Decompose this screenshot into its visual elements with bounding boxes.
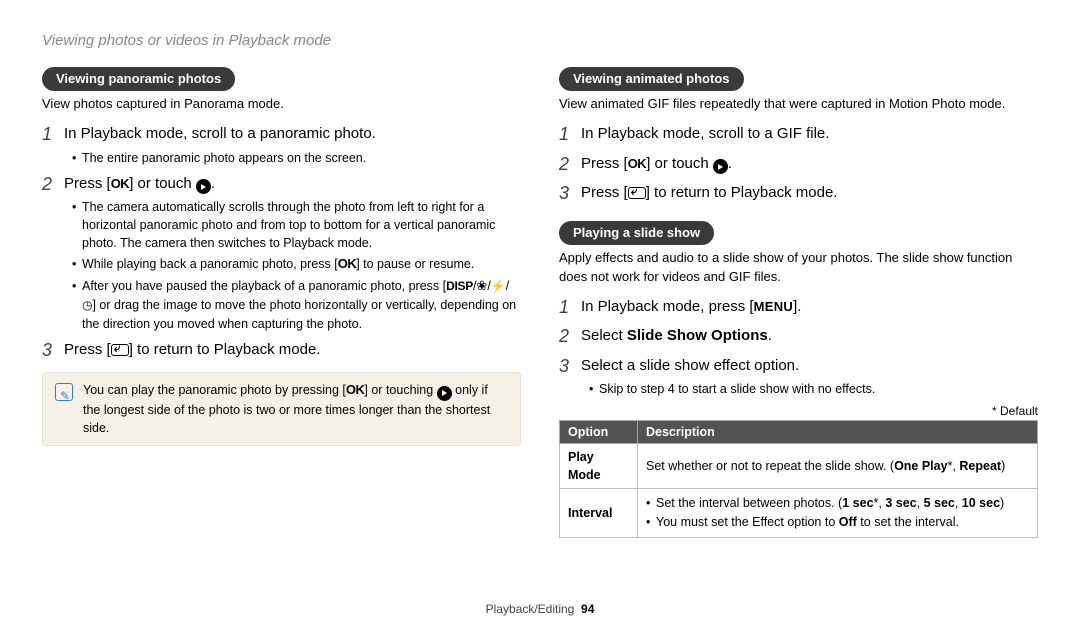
lead-text: View animated GIF files repeatedly that … xyxy=(559,95,1038,113)
step-text: Press [OK] or touch . xyxy=(581,153,732,175)
note-panoramic: You can play the panoramic photo by pres… xyxy=(42,372,521,446)
bullet: After you have paused the playback of a … xyxy=(72,277,521,332)
r1-step-1: 1 In Playback mode, scroll to a GIF file… xyxy=(559,123,1038,146)
cell-option: Interval xyxy=(560,489,638,537)
section-heading-animated: Viewing animated photos xyxy=(559,67,744,91)
page-header: Viewing photos or videos in Playback mod… xyxy=(42,32,1038,49)
ok-icon: OK xyxy=(111,176,130,191)
bullet: You must set the Effect option to Off to… xyxy=(646,513,1029,531)
back-icon xyxy=(111,344,129,356)
cell-desc: Set whether or not to repeat the slide s… xyxy=(638,444,1038,489)
left-column: Viewing panoramic photos View photos cap… xyxy=(42,67,521,538)
play-icon xyxy=(196,179,211,194)
content-columns: Viewing panoramic photos View photos cap… xyxy=(42,67,1038,538)
th-option: Option xyxy=(560,421,638,444)
disp-icon: DISP xyxy=(446,279,473,293)
step-2: 2 Press [OK] or touch . xyxy=(42,173,521,196)
back-icon xyxy=(628,187,646,199)
note-text: You can play the panoramic photo by pres… xyxy=(83,381,508,437)
step-text: In Playback mode, scroll to a GIF file. xyxy=(581,123,829,145)
step-text: Press [] to return to Playback mode. xyxy=(581,182,837,204)
step-text: In Playback mode, press [MENU]. xyxy=(581,296,801,318)
timer-icon: ◷ xyxy=(82,298,92,312)
r2-step-1: 1 In Playback mode, press [MENU]. xyxy=(559,296,1038,319)
step-number: 1 xyxy=(42,123,64,146)
macro-icon: ❀ xyxy=(476,278,487,293)
ok-icon: OK xyxy=(346,382,365,397)
right-column: Viewing animated photos View animated GI… xyxy=(559,67,1038,538)
menu-icon: MENU xyxy=(754,299,793,314)
step-number: 2 xyxy=(559,325,581,348)
bullet: The entire panoramic photo appears on th… xyxy=(72,149,521,167)
r1-step-2: 2 Press [OK] or touch . xyxy=(559,153,1038,176)
section-heading-slideshow: Playing a slide show xyxy=(559,221,714,245)
bullet: While playing back a panoramic photo, pr… xyxy=(72,255,521,274)
r2-step-3: 3 Select a slide show effect option. xyxy=(559,355,1038,378)
step-number: 1 xyxy=(559,123,581,146)
step1-bullets: The entire panoramic photo appears on th… xyxy=(72,149,521,167)
lead-text: View photos captured in Panorama mode. xyxy=(42,95,521,113)
r2-step3-bullets: Skip to step 4 to start a slide show wit… xyxy=(589,380,1038,398)
note-icon xyxy=(55,383,73,401)
bullet: The camera automatically scrolls through… xyxy=(72,198,521,252)
step-text: Press [OK] or touch . xyxy=(64,173,215,195)
bullet: Set the interval between photos. (1 sec*… xyxy=(646,494,1029,512)
play-icon xyxy=(437,386,452,401)
step-1: 1 In Playback mode, scroll to a panorami… xyxy=(42,123,521,146)
step-number: 1 xyxy=(559,296,581,319)
table-row: Interval Set the interval between photos… xyxy=(560,489,1038,537)
step-number: 3 xyxy=(559,355,581,378)
cell-desc: Set the interval between photos. (1 sec*… xyxy=(638,489,1038,537)
step-3: 3 Press [] to return to Playback mode. xyxy=(42,339,521,362)
options-table: Option Description Play Mode Set whether… xyxy=(559,420,1038,538)
th-description: Description xyxy=(638,421,1038,444)
step-number: 2 xyxy=(559,153,581,176)
ok-icon: OK xyxy=(338,256,357,271)
table-row: Play Mode Set whether or not to repeat t… xyxy=(560,444,1038,489)
step-number: 3 xyxy=(559,182,581,205)
section-heading-panoramic: Viewing panoramic photos xyxy=(42,67,235,91)
page-footer: Playback/Editing 94 xyxy=(0,602,1080,616)
r1-step-3: 3 Press [] to return to Playback mode. xyxy=(559,182,1038,205)
flash-icon: ⚡ xyxy=(491,279,506,293)
lead-text: Apply effects and audio to a slide show … xyxy=(559,249,1038,285)
bullet: Skip to step 4 to start a slide show wit… xyxy=(589,380,1038,398)
step-number: 2 xyxy=(42,173,64,196)
ok-icon: OK xyxy=(628,156,647,171)
step-text: In Playback mode, scroll to a panoramic … xyxy=(64,123,376,145)
step-number: 3 xyxy=(42,339,64,362)
default-note: * Default xyxy=(559,404,1038,418)
step-text: Press [] to return to Playback mode. xyxy=(64,339,320,361)
cell-option: Play Mode xyxy=(560,444,638,489)
step-text: Select Slide Show Options. xyxy=(581,325,772,347)
r2-step-2: 2 Select Slide Show Options. xyxy=(559,325,1038,348)
step-text: Select a slide show effect option. xyxy=(581,355,799,377)
play-icon xyxy=(713,159,728,174)
step2-bullets: The camera automatically scrolls through… xyxy=(72,198,521,333)
